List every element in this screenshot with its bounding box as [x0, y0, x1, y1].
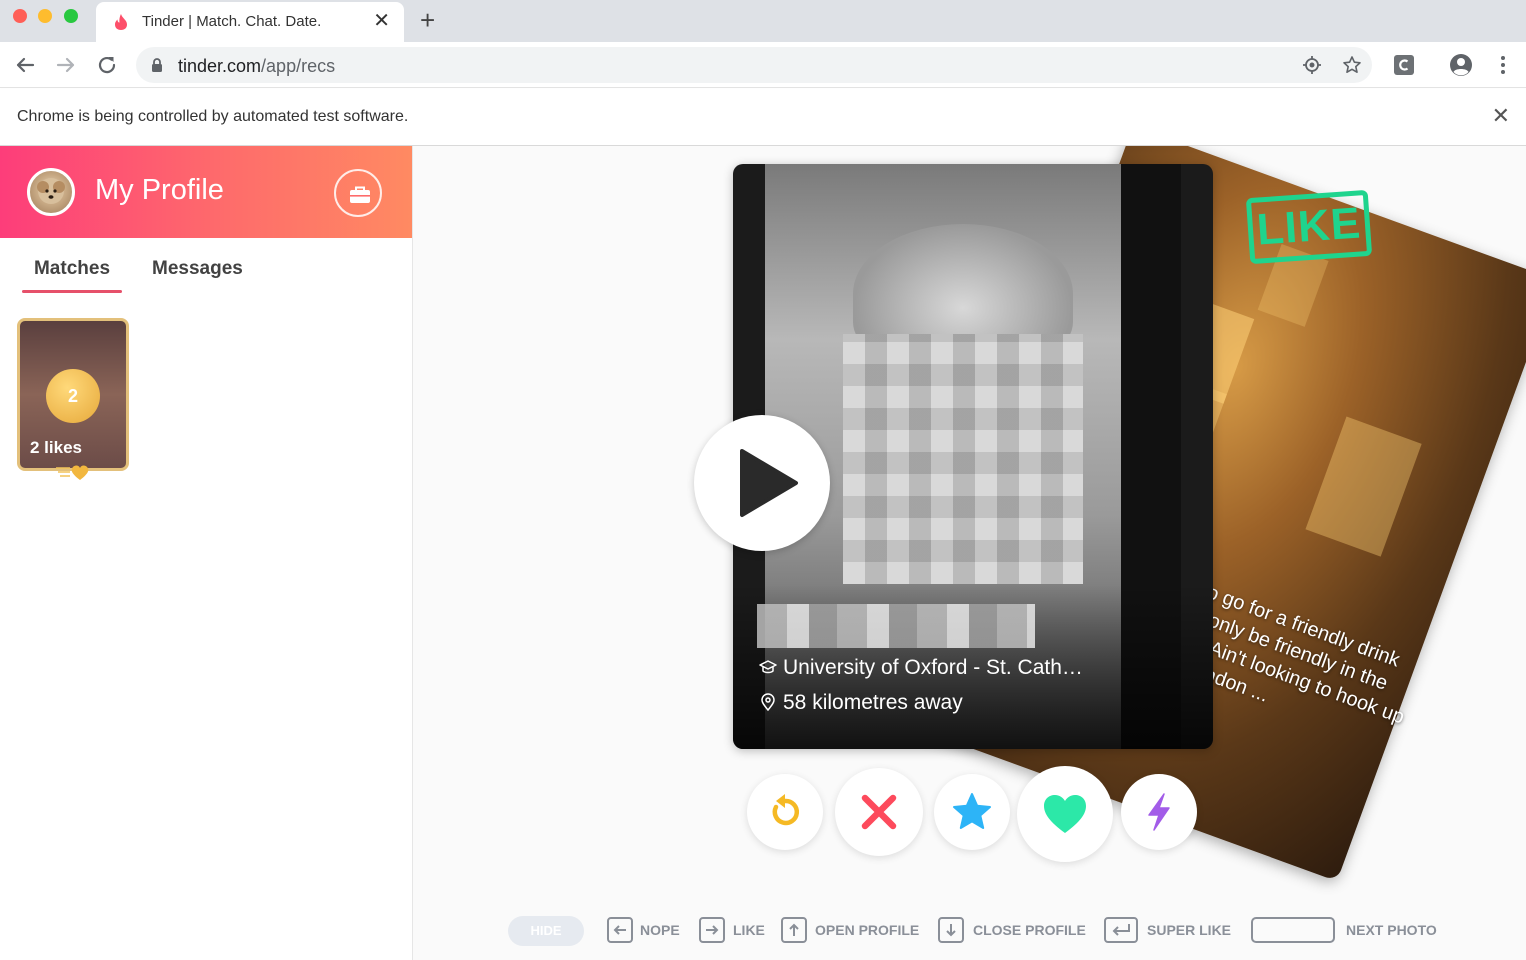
likes-you-card[interactable]: 2 2 likes: [17, 318, 129, 471]
active-tab-indicator: [22, 290, 122, 293]
dog-avatar-icon: [37, 178, 65, 204]
left-arrow-key-icon: [607, 917, 633, 943]
school-text: University of Oxford - St. Cath…: [783, 656, 1083, 679]
avatar[interactable]: [27, 168, 75, 216]
down-arrow-key-icon: [938, 917, 964, 943]
extension-icon[interactable]: [1392, 53, 1416, 77]
rewind-button[interactable]: [747, 774, 823, 850]
more-menu-icon[interactable]: [1491, 53, 1515, 77]
like-stamp: LIKE: [1245, 189, 1373, 265]
infobar-close-icon[interactable]: ✕: [1492, 104, 1510, 128]
sidebar: My Profile Matches Messages 2 2 likes: [0, 146, 413, 960]
reload-icon[interactable]: [94, 52, 120, 78]
automation-infobar: Chrome is being controlled by automated …: [0, 89, 1526, 146]
like-button[interactable]: [1017, 766, 1113, 862]
likes-label: 2 likes: [30, 438, 82, 457]
infobar-message: Chrome is being controlled by automated …: [17, 108, 409, 125]
right-arrow-key-icon: [699, 917, 725, 943]
briefcase-icon: [350, 186, 370, 203]
up-arrow-key-icon: [781, 917, 807, 943]
super-like-icon: [953, 793, 991, 829]
account-avatar-icon[interactable]: [1449, 53, 1473, 77]
bookmark-star-icon[interactable]: [1342, 55, 1362, 75]
window-close-button[interactable]: [13, 9, 27, 23]
tinder-flame-icon: [115, 14, 127, 30]
lock-icon: [152, 58, 162, 72]
back-arrow-icon[interactable]: [12, 52, 38, 78]
boost-button[interactable]: [1121, 774, 1197, 850]
sidebar-tabs: Matches Messages: [0, 252, 412, 293]
enter-key-icon: [1104, 917, 1138, 943]
browser-tab-bar: Tinder | Match. Chat. Date. ✕ +: [0, 0, 1526, 42]
blurred-name: [757, 604, 1035, 648]
super-like-button[interactable]: [934, 774, 1010, 850]
pixelated-face: [843, 334, 1083, 584]
window-maximize-button[interactable]: [64, 9, 78, 23]
recs-main-area: LIKE Anyone want to go for a friendly dr…: [413, 146, 1526, 960]
forward-arrow-icon[interactable]: [53, 52, 79, 78]
new-tab-button[interactable]: +: [420, 6, 435, 34]
play-icon: [740, 449, 798, 517]
tab-matches[interactable]: Matches: [22, 258, 122, 280]
tab-close-icon[interactable]: ✕: [373, 10, 390, 32]
window-minimize-button[interactable]: [38, 9, 52, 23]
url-text: tinder.com/app/recs: [178, 56, 336, 76]
my-profile-title: My Profile: [95, 174, 224, 206]
shortcut-like-label: LIKE: [733, 922, 765, 938]
school-row: University of Oxford - St. Cath…: [759, 656, 1083, 680]
shortcut-open-profile-label: OPEN PROFILE: [815, 922, 920, 938]
browser-tab[interactable]: Tinder | Match. Chat. Date. ✕: [96, 2, 404, 42]
likes-count-badge: 2: [46, 369, 100, 423]
location-pin-icon: [761, 693, 775, 711]
tab-messages[interactable]: Messages: [152, 258, 243, 280]
space-key-icon: [1251, 917, 1335, 943]
gold-heart-icon: [56, 465, 89, 480]
like-icon: [1044, 795, 1086, 833]
shortcut-next-photo-label: NEXT PHOTO: [1346, 922, 1437, 938]
shortcut-super-like-label: SUPER LIKE: [1147, 922, 1232, 938]
keyboard-shortcuts-bar: HIDE NOPE LIKE OPEN PROFILE CLOSE PROFIL…: [413, 916, 1526, 946]
nope-icon: [861, 794, 897, 830]
boost-icon: [1148, 793, 1170, 831]
tab-title: Tinder | Match. Chat. Date.: [142, 13, 322, 30]
address-bar[interactable]: tinder.com/app/recs: [136, 47, 1372, 83]
distance-row: 58 kilometres away: [759, 691, 963, 715]
nope-button[interactable]: [835, 768, 923, 856]
shortcut-nope-label: NOPE: [640, 922, 680, 938]
my-profile-header[interactable]: My Profile: [0, 146, 412, 238]
play-video-button[interactable]: [694, 415, 830, 551]
graduation-cap-icon: [759, 660, 777, 674]
distance-text: 58 kilometres away: [783, 691, 963, 714]
shortcut-close-profile-label: CLOSE PROFILE: [973, 922, 1086, 938]
browser-toolbar: tinder.com/app/recs: [0, 42, 1526, 88]
work-mode-button[interactable]: [334, 169, 382, 217]
hide-shortcuts-button[interactable]: HIDE: [508, 916, 584, 946]
rewind-icon: [772, 794, 800, 826]
location-target-icon[interactable]: [1302, 55, 1322, 75]
